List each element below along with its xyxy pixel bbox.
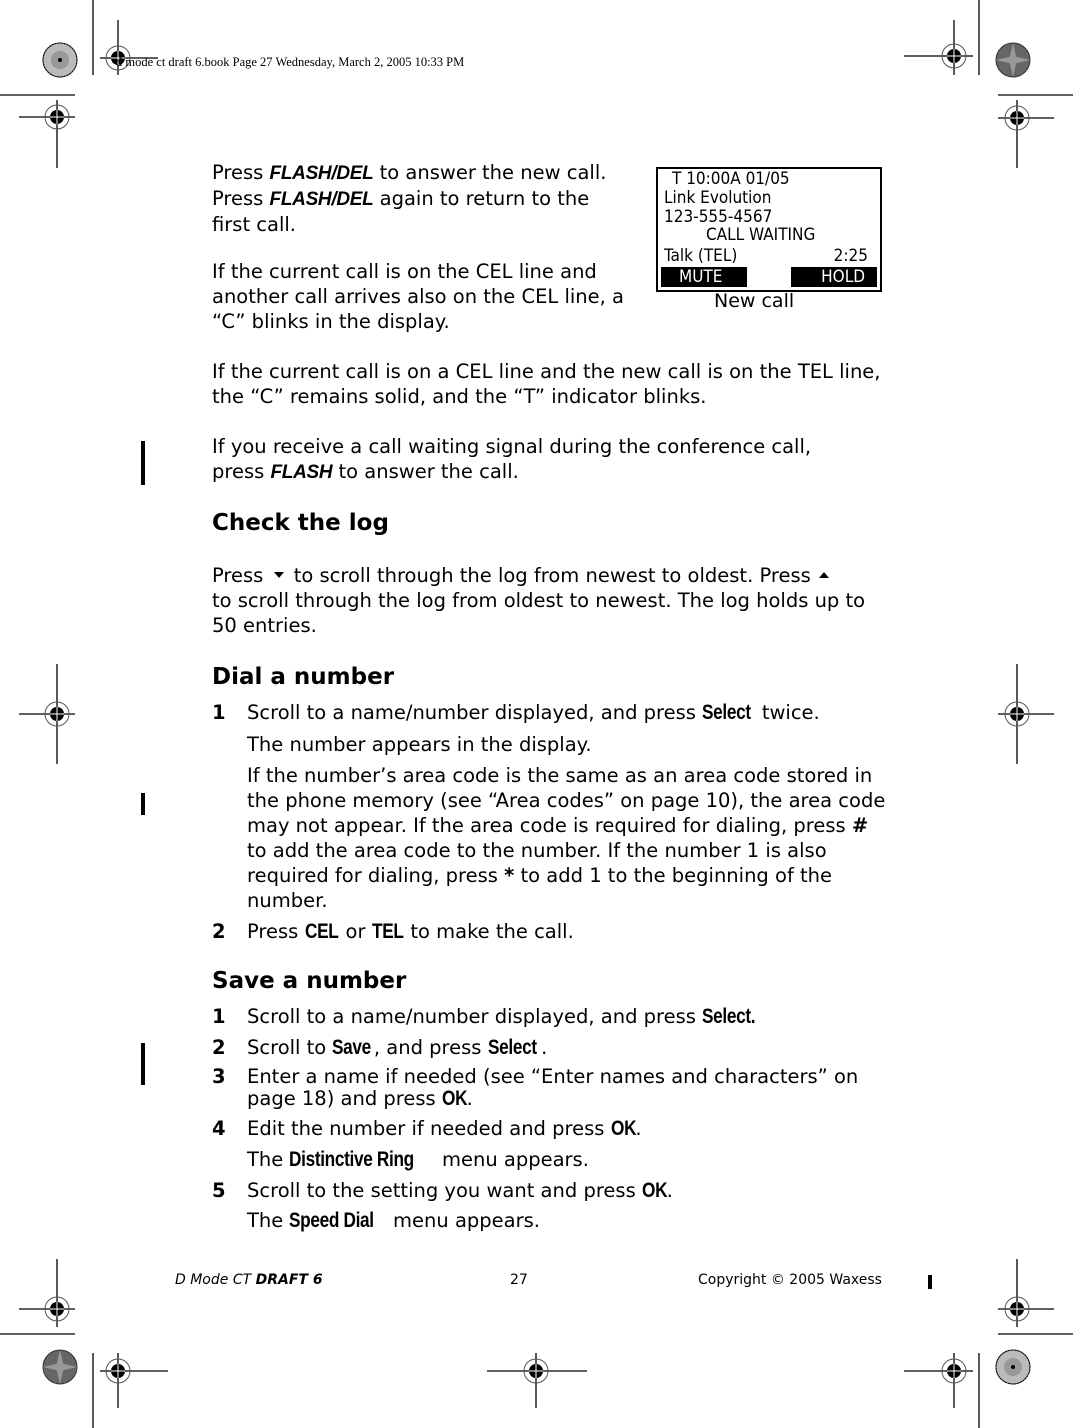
save-step-5-note: The Speed Dial menu appears. bbox=[247, 1208, 892, 1233]
menu-speed-dial: Speed Dial bbox=[289, 1209, 375, 1232]
step-number: 4 bbox=[212, 1117, 226, 1140]
text: The bbox=[247, 1209, 290, 1232]
text: press bbox=[212, 460, 271, 483]
text: If the number’s area code is the same as… bbox=[247, 764, 886, 837]
footer-page-number: 27 bbox=[510, 1272, 528, 1288]
key-tel: TEL bbox=[371, 920, 404, 943]
text: menu appears. bbox=[386, 1209, 540, 1232]
text: The bbox=[247, 1148, 290, 1171]
figure-caption: New call bbox=[714, 290, 795, 312]
text: If you receive a call waiting signal dur… bbox=[212, 435, 812, 458]
step-number: 3 bbox=[212, 1065, 226, 1088]
dial-step-2: 2 Press CEL or TEL to make the call. bbox=[212, 919, 892, 944]
save-step-4: 4 Edit the number if needed and press OK… bbox=[212, 1116, 892, 1141]
text: twice. bbox=[755, 701, 820, 724]
heading-dial-a-number: Dial a number bbox=[212, 664, 395, 690]
intro-paragraph-2: If the current call is on the CEL line a… bbox=[212, 260, 624, 333]
dial-step-1: 1 Scroll to a name/number displayed, and… bbox=[212, 700, 892, 725]
starburst-dark bbox=[995, 42, 1031, 78]
text: . bbox=[541, 1036, 548, 1059]
text: to scroll through the log from newest to… bbox=[287, 564, 817, 587]
text: . bbox=[466, 1087, 473, 1110]
text: Scroll to a name/number displayed, and p… bbox=[247, 701, 703, 724]
intro-paragraph-3: If the current call is on a CEL line and… bbox=[212, 360, 881, 408]
step-number: 1 bbox=[212, 701, 226, 724]
text: Scroll to bbox=[247, 1036, 333, 1059]
text: Press bbox=[212, 161, 270, 184]
heading-check-the-log: Check the log bbox=[212, 510, 389, 536]
dial-step-1-area-code-note: If the number’s area code is the same as… bbox=[247, 763, 892, 913]
key-flash-del: FLASH/DEL bbox=[269, 189, 374, 210]
text: Edit the number if needed and press bbox=[247, 1117, 611, 1140]
starburst-light bbox=[42, 42, 78, 78]
step-number: 2 bbox=[212, 1036, 226, 1059]
text: . bbox=[666, 1179, 673, 1202]
up-arrow-icon bbox=[818, 572, 829, 578]
key-select: Select bbox=[487, 1036, 537, 1059]
text: Press bbox=[247, 920, 305, 943]
text: or bbox=[339, 920, 372, 943]
text: to answer the call. bbox=[332, 460, 519, 483]
draft-label: DRAFT 6 bbox=[255, 1272, 323, 1288]
text: Press bbox=[212, 564, 270, 587]
lcd-screen-illustration: T 10:00A 01/05 Link Evolution 123-555-45… bbox=[656, 167, 882, 292]
key-select: Select bbox=[702, 701, 751, 724]
change-bar bbox=[141, 793, 145, 815]
text: to make the call. bbox=[404, 920, 574, 943]
check-log-paragraph: Press to scroll through the log from new… bbox=[212, 563, 892, 638]
down-arrow-icon bbox=[273, 572, 284, 578]
text: to scroll through the log from oldest to… bbox=[212, 589, 866, 637]
footer-copyright: Copyright © 2005 Waxess bbox=[698, 1272, 882, 1288]
intro-paragraph-4: If you receive a call waiting signal dur… bbox=[212, 434, 892, 485]
text: again to return to the bbox=[373, 187, 590, 210]
lcd-call-timer: 2:25 bbox=[833, 246, 868, 266]
change-bar bbox=[928, 1275, 932, 1289]
key-cel: CEL bbox=[304, 920, 339, 943]
dial-step-1-note: The number appears in the display. bbox=[247, 733, 592, 756]
text: Scroll to the setting you want and press bbox=[247, 1179, 642, 1202]
footer-doc-title: D Mode CT DRAFT 6 bbox=[175, 1272, 323, 1288]
save-step-1: 1 Scroll to a name/number displayed, and… bbox=[212, 1004, 892, 1029]
key-save: Save bbox=[332, 1036, 372, 1059]
key-select: Select. bbox=[702, 1005, 756, 1028]
starburst-dark bbox=[42, 1349, 78, 1385]
star-key: * bbox=[504, 864, 515, 887]
lcd-softkey-mute: MUTE bbox=[661, 267, 747, 287]
lcd-call-waiting: CALL WAITING bbox=[706, 225, 816, 245]
change-bar bbox=[141, 1043, 145, 1085]
save-step-4-note: The Distinctive Ring menu appears. bbox=[247, 1147, 892, 1172]
lcd-talk-line: Talk (TEL) bbox=[664, 246, 738, 266]
text: , and press bbox=[373, 1036, 488, 1059]
save-step-5: 5 Scroll to the setting you want and pre… bbox=[212, 1178, 892, 1203]
key-flash: FLASH bbox=[270, 462, 333, 483]
key-ok: OK bbox=[610, 1117, 637, 1140]
text: Press bbox=[212, 187, 270, 210]
key-ok: OK bbox=[441, 1087, 468, 1110]
text: D Mode CT bbox=[175, 1272, 256, 1288]
step-number: 2 bbox=[212, 920, 226, 943]
lcd-caller-name: Link Evolution bbox=[664, 188, 772, 208]
key-flash-del: FLASH/DEL bbox=[269, 163, 374, 184]
text: to answer the new call. bbox=[373, 161, 607, 184]
save-step-3: 3 Enter a name if needed (see “Enter nam… bbox=[212, 1066, 892, 1110]
text: menu appears. bbox=[435, 1148, 589, 1171]
step-number: 1 bbox=[212, 1005, 226, 1028]
print-slug: d mode ct draft 6.book Page 27 Wednesday… bbox=[116, 55, 465, 69]
starburst-light bbox=[995, 1349, 1031, 1385]
heading-save-a-number: Save a number bbox=[212, 968, 407, 994]
text: Enter a name if needed (see “Enter names… bbox=[247, 1065, 859, 1110]
text: Scroll to a name/number displayed, and p… bbox=[247, 1005, 703, 1028]
lcd-softkey-hold: HOLD bbox=[791, 267, 877, 287]
intro-paragraph-1: Press FLASH/DEL to answer the new call. … bbox=[212, 160, 632, 237]
key-ok: OK bbox=[641, 1179, 668, 1202]
hash-key: # bbox=[851, 814, 869, 837]
step-number: 5 bbox=[212, 1179, 226, 1202]
change-bar bbox=[141, 441, 145, 485]
save-step-2: 2 Scroll to Save, and press Select. bbox=[212, 1035, 892, 1060]
lcd-status-line: T 10:00A 01/05 bbox=[672, 169, 790, 189]
menu-distinctive-ring: Distinctive Ring bbox=[289, 1148, 415, 1171]
text: first call. bbox=[212, 213, 297, 236]
